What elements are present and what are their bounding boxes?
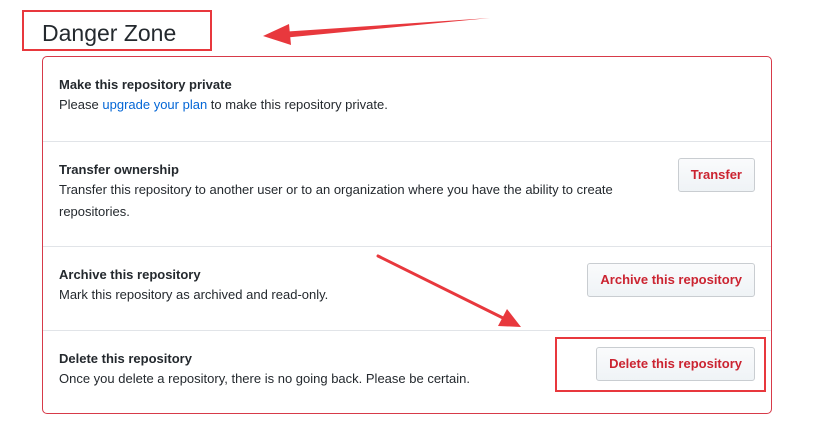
archive-description: Mark this repository as archived and rea… [59, 287, 329, 302]
delete-description: Once you delete a repository, there is n… [59, 371, 470, 386]
delete-title: Delete this repository [59, 351, 192, 366]
danger-item-make-private: Make this repository private Please upgr… [43, 57, 771, 141]
make-private-desc-prefix: Please [59, 97, 103, 112]
transfer-desc-line1: Transfer this repository to another user… [59, 182, 613, 197]
delete-highlight-box [555, 337, 766, 392]
arrow-to-title-icon [263, 18, 490, 45]
make-private-title: Make this repository private [59, 77, 232, 92]
title-highlight-box [22, 10, 212, 51]
archive-title: Archive this repository [59, 267, 201, 282]
archive-button[interactable]: Archive this repository [587, 263, 755, 297]
make-private-description: Please upgrade your plan to make this re… [59, 94, 388, 116]
danger-item-transfer: Transfer ownership Transfer this reposit… [43, 141, 771, 246]
transfer-desc-line2: repositories. [59, 204, 130, 219]
transfer-title: Transfer ownership [59, 162, 179, 177]
danger-item-archive: Archive this repository Mark this reposi… [43, 246, 771, 330]
transfer-button[interactable]: Transfer [677, 158, 755, 192]
upgrade-plan-link[interactable]: upgrade your plan [102, 97, 207, 112]
make-private-desc-suffix: to make this repository private. [207, 97, 388, 112]
